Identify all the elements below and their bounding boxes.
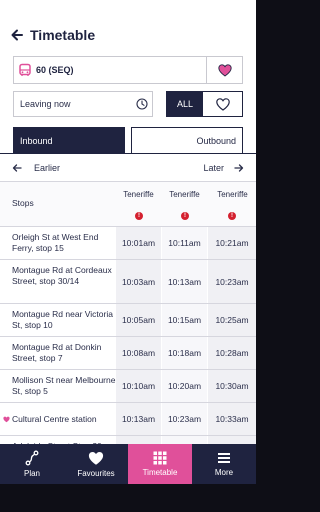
- time-cell: 10:08am: [116, 337, 161, 369]
- header: Timetable: [0, 0, 256, 52]
- heart-outline-icon: [215, 97, 230, 111]
- earlier-button[interactable]: Earlier: [12, 163, 60, 173]
- stops-column-header: Stops: [12, 198, 34, 208]
- time-cell: 10:13am: [162, 260, 207, 303]
- bottom-navigation: Plan Favourites Timetable More: [0, 444, 256, 484]
- time-cell: 10:33am: [208, 403, 256, 435]
- departure-time-label: Leaving now: [20, 99, 71, 109]
- time-cell: 10:30am: [208, 370, 256, 402]
- tab-outbound[interactable]: Outbound: [131, 127, 243, 154]
- nav-timetable[interactable]: Timetable: [128, 444, 192, 484]
- alert-icon[interactable]: !: [181, 212, 189, 220]
- time-cell: 10:05am: [116, 304, 161, 336]
- nav-more[interactable]: More: [192, 444, 256, 484]
- title-row: Timetable: [10, 27, 95, 43]
- route-selector[interactable]: 60 (SEQ): [13, 56, 243, 84]
- time-cell: 10:03am: [116, 260, 161, 303]
- stop-name: Orleigh St at West End Ferry, stop 15: [12, 232, 99, 253]
- time-cell: 10:10am: [116, 370, 161, 402]
- page-title: Timetable: [30, 27, 96, 43]
- favourite-stop-icon: [3, 416, 10, 423]
- filter-all-button[interactable]: ALL: [167, 92, 203, 116]
- time-cell: 10:18am: [162, 337, 207, 369]
- table-row[interactable]: Montague Rd at Donkin Street, stop 7 10:…: [0, 337, 256, 370]
- column-header: Teneriffe: [169, 190, 200, 199]
- time-cell: 10:28am: [208, 337, 256, 369]
- earlier-label: Earlier: [34, 163, 61, 173]
- time-cell: 10:23am: [162, 403, 207, 435]
- route-field[interactable]: 60 (SEQ): [14, 57, 206, 83]
- nav-timetable-label: Timetable: [142, 468, 178, 477]
- table-row[interactable]: Montague Rd at Cordeaux Street, stop 30/…: [0, 260, 256, 304]
- departure-time-field[interactable]: Leaving now: [13, 91, 153, 117]
- back-arrow-icon[interactable]: [10, 28, 24, 42]
- stop-name: Montague Rd at Donkin Street, stop 7: [12, 342, 102, 363]
- filter-favourites-button[interactable]: [203, 92, 242, 116]
- alert-icon[interactable]: !: [135, 212, 143, 220]
- nav-plan[interactable]: Plan: [0, 444, 64, 484]
- status-strip: [0, 0, 256, 18]
- grid-icon: [153, 451, 167, 465]
- table-row[interactable]: Montague Rd near Victoria St, stop 10 10…: [0, 304, 256, 337]
- time-cell: 10:13am: [116, 403, 161, 435]
- tabs-divider: [0, 153, 256, 154]
- arrow-right-icon: [234, 164, 244, 172]
- column-header: Teneriffe: [123, 190, 154, 199]
- heart-icon: [88, 451, 104, 465]
- alert-icon[interactable]: !: [228, 212, 236, 220]
- arrow-left-icon: [12, 164, 22, 172]
- time-cell: 10:21am: [208, 227, 256, 259]
- nav-more-label: More: [214, 468, 234, 477]
- clock-icon: [136, 98, 148, 110]
- table-row[interactable]: Mollison St near Melbourne St, stop 5 10…: [0, 370, 256, 403]
- stop-name: Mollison St near Melbourne St, stop 5: [12, 375, 116, 396]
- timetable-grid: Stops Teneriffe Teneriffe Teneriffe ! ! …: [0, 181, 256, 469]
- stop-name: Montague Rd at Cordeaux Street, stop 30/…: [12, 265, 112, 286]
- later-button[interactable]: Later: [203, 163, 244, 173]
- time-cell: 10:25am: [208, 304, 256, 336]
- heart-icon: [217, 63, 232, 77]
- bus-icon: [19, 63, 31, 76]
- time-pager: Earlier Later: [0, 157, 256, 179]
- menu-icon: [218, 453, 230, 463]
- nav-favourites[interactable]: Favourites: [64, 444, 128, 484]
- stop-filter-toggle: ALL: [166, 91, 243, 117]
- time-cell: 10:23am: [208, 260, 256, 303]
- tab-inbound[interactable]: Inbound: [13, 127, 125, 154]
- nav-plan-label: Plan: [23, 469, 40, 478]
- route-label: 60 (SEQ): [36, 65, 74, 75]
- time-cell: 10:11am: [162, 227, 207, 259]
- stop-name: Montague Rd near Victoria St, stop 10: [12, 309, 113, 330]
- nav-favourites-label: Favourites: [77, 468, 115, 478]
- route-icon: [25, 450, 39, 466]
- stop-name: Cultural Centre station: [12, 414, 97, 424]
- time-cell: 10:20am: [162, 370, 207, 402]
- column-header: Teneriffe: [217, 190, 248, 199]
- direction-tabs: Inbound Outbound: [13, 127, 243, 154]
- later-label: Later: [203, 163, 224, 173]
- time-cell: 10:01am: [116, 227, 161, 259]
- time-cell: 10:15am: [162, 304, 207, 336]
- app-screen: Timetable 60 (SEQ) Leaving now ALL Inbou…: [0, 0, 256, 484]
- table-header: Stops Teneriffe Teneriffe Teneriffe ! ! …: [0, 181, 256, 227]
- table-row[interactable]: Orleigh St at West End Ferry, stop 15 10…: [0, 227, 256, 260]
- favourite-route-button[interactable]: [206, 57, 242, 83]
- table-row[interactable]: Cultural Centre station 10:13am 10:23am …: [0, 403, 256, 436]
